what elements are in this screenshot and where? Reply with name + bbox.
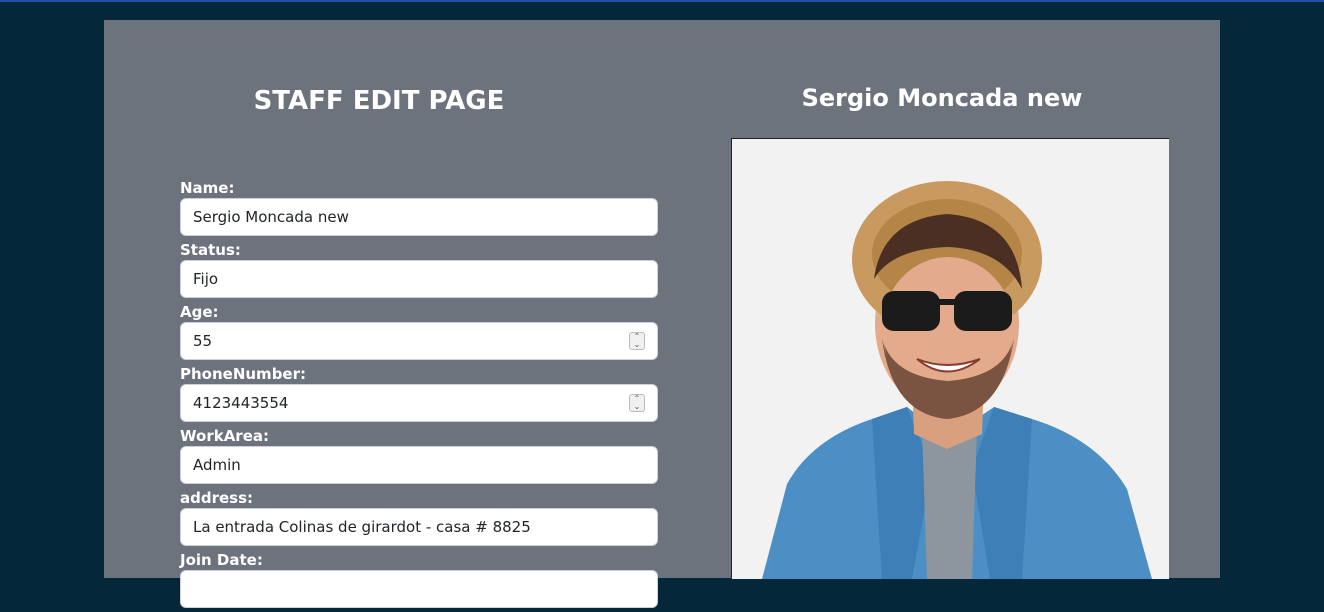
profile-name: Sergio Moncada new [801,84,1083,112]
age-input[interactable]: 55 ⌃ ⌄ [180,322,658,360]
phone-label: PhoneNumber: [180,365,306,383]
age-stepper-icon[interactable]: ⌃ ⌄ [629,332,645,350]
name-label: Name: [180,179,235,197]
join-date-input[interactable] [180,570,658,608]
staff-photo-illustration [762,181,1152,579]
top-accent-line [0,0,1324,2]
address-label: address: [180,489,254,507]
phone-input[interactable]: 4123443554 ⌃ ⌄ [180,384,658,422]
name-input[interactable]: Sergio Moncada new [180,198,658,236]
staff-edit-panel: STAFF EDIT PAGE Name: Sergio Moncada new… [104,20,1220,608]
address-input[interactable]: La entrada Colinas de girardot - casa # … [180,508,658,546]
workarea-label: WorkArea: [180,427,269,445]
age-label: Age: [180,303,219,321]
status-input[interactable]: Fijo [180,260,658,298]
workarea-input[interactable]: Admin [180,446,658,484]
join-date-label: Join Date: [180,551,263,569]
phone-stepper-icon[interactable]: ⌃ ⌄ [629,394,645,412]
page-title: STAFF EDIT PAGE [253,86,505,116]
status-label: Status: [180,241,241,259]
phone-value: 4123443554 [193,394,289,412]
staff-photo [731,138,1169,579]
staff-edit-form: Name: Sergio Moncada new Status: Fijo Ag… [180,178,658,612]
age-value: 55 [193,332,213,350]
